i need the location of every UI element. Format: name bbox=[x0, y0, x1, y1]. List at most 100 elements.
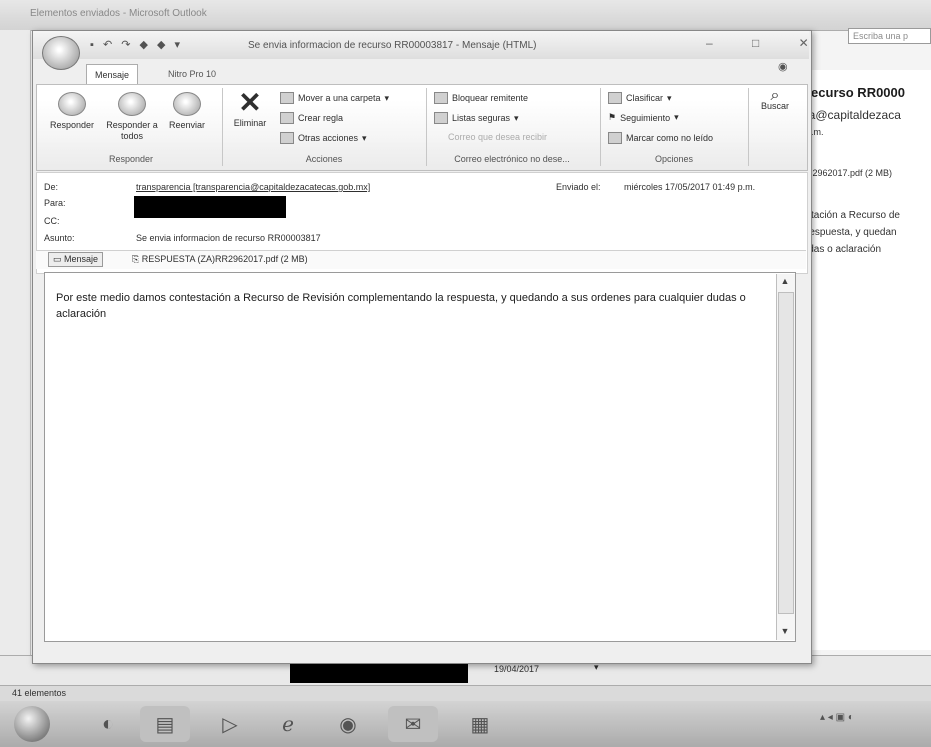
tab-nitro-pro[interactable]: Nitro Pro 10 bbox=[160, 64, 224, 84]
document-icon[interactable]: ▦ bbox=[460, 706, 500, 742]
browser-icon[interactable]: ◉ bbox=[328, 706, 368, 742]
media-player-icon[interactable]: ▷ bbox=[210, 706, 250, 742]
folder-icon[interactable]: ▤ bbox=[140, 706, 190, 742]
subject-label: Asunto: bbox=[44, 233, 75, 243]
system-tray-icons[interactable]: ▴ ◂ ▣ ◐ bbox=[820, 712, 854, 723]
pdf-icon: ⎘ bbox=[132, 254, 142, 264]
envelope-icon bbox=[608, 132, 622, 144]
help-icon[interactable]: ◉ bbox=[778, 60, 788, 73]
quick-access-toolbar[interactable]: ▪ ↶ ↷ ◆ ◆ ▾ bbox=[90, 38, 183, 51]
safe-lists-icon bbox=[434, 112, 448, 124]
move-folder-icon bbox=[280, 92, 294, 104]
forward-label: Reenviar bbox=[168, 120, 206, 130]
actions-icon bbox=[280, 132, 294, 144]
envelope-icon: ▭ bbox=[53, 254, 65, 264]
flag-icon: ⚑ bbox=[608, 112, 617, 122]
cc-label: CC: bbox=[44, 216, 60, 226]
delete-label: Eliminar bbox=[233, 118, 267, 128]
group-separator bbox=[222, 88, 223, 166]
binoculars-icon: ⌕ bbox=[770, 87, 780, 104]
categorize-icon bbox=[608, 92, 622, 104]
reading-pane-subject: recurso RR0000 bbox=[806, 85, 905, 100]
chevron-down-icon: ▾ bbox=[674, 112, 679, 122]
reading-pane-sender: ia@capitaldezaca bbox=[806, 108, 901, 122]
chevron-down-icon: ▾ bbox=[362, 132, 367, 143]
move-to-folder-button[interactable]: Mover a una carpeta ▾ bbox=[280, 92, 389, 104]
search-input[interactable]: Escriba una p bbox=[848, 28, 931, 44]
delete-icon: ✕ bbox=[238, 87, 262, 118]
reading-pane-body-line: idas o aclaración bbox=[806, 244, 882, 255]
categorize-button[interactable]: Clasificar ▾ bbox=[608, 92, 672, 104]
scroll-thumb[interactable] bbox=[778, 292, 794, 614]
group-label-junk: Correo electrónico no dese... bbox=[454, 154, 570, 164]
message-body[interactable] bbox=[44, 272, 796, 642]
group-label-opciones: Opciones bbox=[654, 154, 694, 164]
create-rule-button[interactable]: Crear regla bbox=[280, 112, 343, 124]
reading-pane-body-line: respuesta, y quedan bbox=[806, 227, 897, 238]
not-junk-label: Correo que desea recibir bbox=[448, 132, 548, 142]
reply-all-button[interactable]: Responder a todos bbox=[106, 92, 158, 142]
create-rule-label: Crear regla bbox=[298, 113, 344, 123]
other-actions-label: Otras acciones bbox=[298, 133, 359, 143]
from-value[interactable]: transparencia [transparencia@capitaldeza… bbox=[136, 182, 370, 192]
sent-label: Enviado el: bbox=[556, 182, 601, 192]
redacted-recipient bbox=[134, 196, 286, 218]
message-tab-button[interactable]: ▭ Mensaje bbox=[48, 252, 104, 267]
followup-label: Seguimiento bbox=[620, 112, 671, 123]
internet-explorer-icon[interactable]: ℯ bbox=[268, 706, 308, 742]
taskbar-app-icon[interactable]: ◐ bbox=[88, 706, 128, 742]
from-label: De: bbox=[44, 182, 59, 192]
reply-all-label: Responder a todos bbox=[106, 120, 158, 141]
reply-all-icon bbox=[118, 92, 146, 116]
scroll-down-icon[interactable]: ▼ bbox=[776, 624, 794, 638]
not-junk-button[interactable]: Correo que desea recibir bbox=[448, 132, 547, 142]
group-separator bbox=[426, 88, 427, 166]
block-sender-button[interactable]: Bloquear remitente bbox=[434, 92, 528, 104]
mark-unread-label: Marcar como no leído bbox=[626, 133, 714, 143]
group-label-responder: Responder bbox=[108, 154, 154, 164]
categorize-label: Clasificar bbox=[626, 93, 664, 103]
start-button-icon[interactable] bbox=[14, 706, 50, 742]
safe-lists-label: Listas seguras bbox=[452, 113, 511, 123]
main-window-title: Elementos enviados - Microsoft Outlook bbox=[30, 8, 207, 19]
chevron-down-icon: ▾ bbox=[667, 92, 672, 103]
forward-button[interactable]: Reenviar bbox=[164, 92, 210, 131]
other-actions-button[interactable]: Otras acciones ▾ bbox=[280, 132, 367, 144]
followup-button[interactable]: ⚑ Seguimiento ▾ bbox=[608, 112, 679, 123]
block-sender-label: Bloquear remitente bbox=[452, 93, 529, 103]
sent-value: miércoles 17/05/2017 01:49 p.m. bbox=[624, 182, 756, 192]
navigation-pane[interactable] bbox=[0, 30, 31, 685]
reply-icon bbox=[58, 92, 86, 116]
rule-icon bbox=[280, 112, 294, 124]
outlook-icon[interactable]: ✉ bbox=[388, 706, 438, 742]
safe-lists-button[interactable]: Listas seguras ▾ bbox=[434, 112, 519, 124]
block-sender-icon bbox=[434, 92, 448, 104]
group-separator bbox=[748, 88, 749, 166]
tab-mensaje[interactable]: Mensaje bbox=[86, 64, 139, 85]
attachment-file-label: RESPUESTA (ZA)RR2962017.pdf (2 MB) bbox=[141, 254, 308, 264]
message-tab-label: Mensaje bbox=[64, 254, 99, 264]
attachment-file[interactable]: ⎘ RESPUESTA (ZA)RR2962017.pdf (2 MB) bbox=[132, 254, 308, 265]
group-label-acciones: Acciones bbox=[305, 154, 343, 164]
forward-icon bbox=[173, 92, 201, 116]
reply-button[interactable]: Responder bbox=[44, 92, 100, 131]
scroll-up-icon[interactable]: ▲ bbox=[776, 274, 794, 288]
reading-pane-body-line: stación a Recurso de bbox=[806, 210, 900, 221]
delete-button[interactable]: ✕ Eliminar bbox=[226, 87, 274, 129]
message-body-text: Por este medio damos contestación a Recu… bbox=[56, 292, 746, 320]
reply-label: Responder bbox=[49, 120, 95, 130]
to-label: Para: bbox=[44, 198, 66, 208]
window-controls[interactable]: – □ ✕ bbox=[706, 36, 827, 50]
chevron-down-icon: ▾ bbox=[384, 92, 390, 103]
subject-value: Se envia informacion de recurso RR000038… bbox=[136, 233, 321, 243]
message-window-title: Se envia informacion de recurso RR000038… bbox=[248, 40, 537, 51]
move-to-folder-label: Mover a una carpeta bbox=[298, 93, 381, 103]
list-date: 19/04/2017 bbox=[494, 664, 540, 674]
chevron-down-icon: ▾ bbox=[514, 112, 519, 123]
reading-pane-attachment[interactable]: R2962017.pdf (2 MB) bbox=[806, 168, 892, 178]
find-button[interactable]: ⌕ Buscar bbox=[752, 87, 798, 112]
status-text: 41 elementos bbox=[12, 688, 67, 698]
find-label: Buscar bbox=[760, 101, 789, 111]
mark-unread-button[interactable]: Marcar como no leído bbox=[608, 132, 713, 144]
office-button-icon[interactable] bbox=[42, 36, 80, 70]
